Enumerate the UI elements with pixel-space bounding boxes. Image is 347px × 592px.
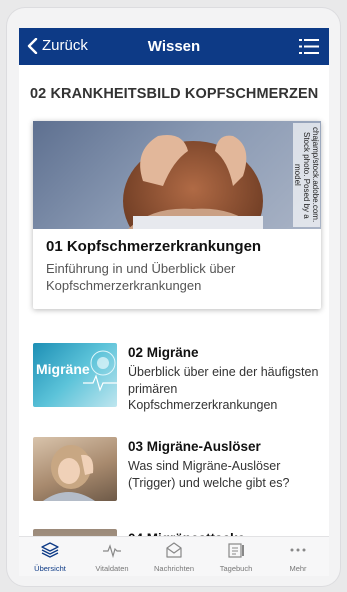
featured-image: chajamp/stock.adobe.com. Stock photo. Po… <box>33 121 321 229</box>
featured-article-card[interactable]: chajamp/stock.adobe.com. Stock photo. Po… <box>33 121 321 309</box>
featured-title: 01 Kopfschmerzerkrankungen <box>46 238 262 255</box>
list-menu-icon[interactable] <box>299 38 319 55</box>
item-title: 02 Migräne <box>128 345 199 360</box>
thumbnail-text: Migräne <box>36 361 90 377</box>
tab-label: Vitaldaten <box>95 564 129 573</box>
tab-nachrichten[interactable]: Nachrichten <box>143 537 205 576</box>
navigation-bar: Zurück Wissen <box>19 28 329 65</box>
page-title: Wissen <box>147 38 201 55</box>
item-description: Überblick über eine der häufigsten primä… <box>128 365 319 412</box>
tab-mehr[interactable]: Mehr <box>267 537 329 576</box>
tab-label: Tagebuch <box>219 564 253 573</box>
tab-tagebuch[interactable]: Tagebuch <box>205 537 267 576</box>
migraene-thumbnail: Migräne <box>33 343 117 407</box>
woman-headache-graphic <box>43 445 95 501</box>
section-title: 02 KRANKHEITSBILD KOPFSCHMERZEN <box>30 86 319 102</box>
tab-bar: Übersicht Vitaldaten Nachrichten Tagebuc… <box>19 536 329 576</box>
item-description: Was sind Migräne-Auslöser (Trigger) und … <box>128 459 290 490</box>
tab-label: Übersicht <box>34 564 66 573</box>
tab-vitaldaten[interactable]: Vitaldaten <box>81 537 143 576</box>
headache-photo <box>123 135 263 229</box>
tab-label: Nachrichten <box>153 564 195 573</box>
article-item-migraene[interactable]: Migräne 02 Migräne Überblick über eine d… <box>33 343 323 412</box>
mail-icon <box>166 542 182 558</box>
image-credit: chajamp/stock.adobe.com. Stock photo. Po… <box>293 123 320 227</box>
ausloeser-thumbnail <box>33 437 117 501</box>
tab-label: Mehr <box>289 564 307 573</box>
device-frame: Zurück Wissen 02 KRANKHEITSBILD KOPFSCHM… <box>7 8 340 586</box>
app-screen: Zurück Wissen 02 KRANKHEITSBILD KOPFSCHM… <box>19 28 329 576</box>
more-icon <box>290 548 306 552</box>
diary-icon <box>228 543 244 558</box>
tab-uebersicht[interactable]: Übersicht <box>19 537 81 576</box>
layers-icon <box>41 542 59 558</box>
item-title: 03 Migräne-Auslöser <box>128 439 261 454</box>
article-item-ausloeser[interactable]: 03 Migräne-Auslöser Was sind Migräne-Aus… <box>33 437 323 501</box>
pulse-icon <box>103 544 121 559</box>
featured-subtitle: Einführung in und Überblick über Kopfsch… <box>46 261 236 293</box>
